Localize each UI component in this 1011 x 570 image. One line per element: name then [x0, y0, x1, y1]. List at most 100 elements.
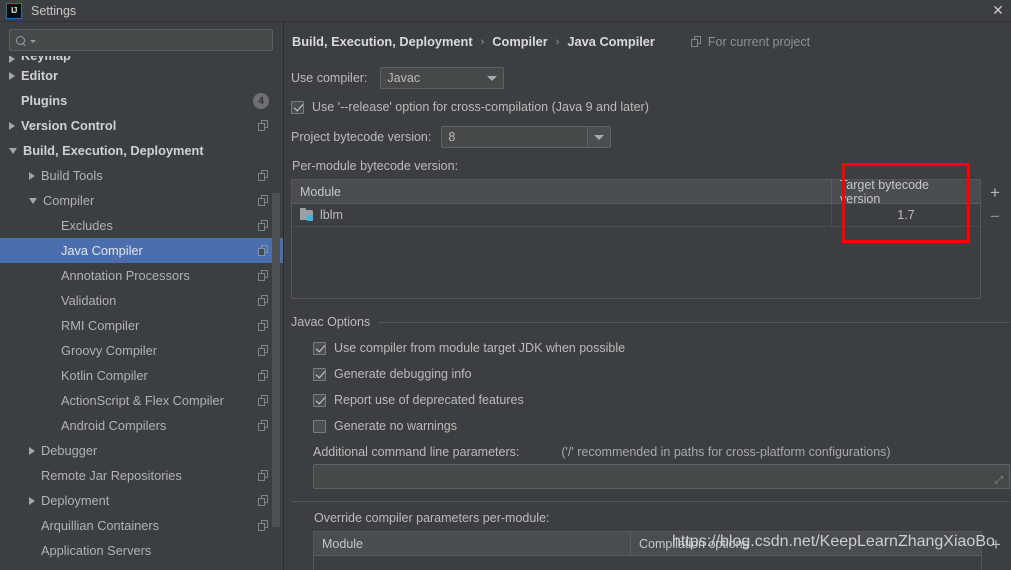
checkbox-row-module-jdk[interactable]: Use compiler from module target JDK when…: [313, 341, 1009, 355]
copy-icon[interactable]: [258, 470, 269, 481]
sidebar-item-plugins[interactable]: Plugins 4: [0, 88, 283, 113]
copy-icon[interactable]: [258, 395, 269, 406]
sidebar-item-annotation-processors[interactable]: Annotation Processors: [0, 263, 283, 288]
checkbox-row-debug-info[interactable]: Generate debugging info: [313, 367, 1009, 381]
sidebar-item-android-compilers[interactable]: Android Compilers: [0, 413, 283, 438]
column-header-target[interactable]: Target bytecode version: [832, 180, 980, 206]
checkbox-row-deprecated[interactable]: Report use of deprecated features: [313, 393, 1009, 407]
section-divider: [291, 501, 1009, 502]
table-empty-area: [292, 227, 980, 298]
override-column-header-options[interactable]: Compilation options: [631, 532, 981, 555]
generate-debugging-info-label: Generate debugging info: [334, 367, 472, 381]
sidebar-item-editor[interactable]: Editor: [0, 63, 283, 88]
sidebar-item-application-servers[interactable]: Application Servers: [0, 538, 283, 563]
copy-icon[interactable]: [258, 120, 269, 131]
generate-no-warnings-checkbox[interactable]: [313, 419, 326, 433]
use-compiler-dropdown[interactable]: Javac: [380, 67, 505, 89]
override-table-wrap: Module Compilation options +: [313, 531, 1010, 570]
chevron-right-icon[interactable]: [29, 446, 35, 455]
table-row[interactable]: lblm 1.7: [292, 204, 980, 227]
sidebar-scrollbar[interactable]: [272, 193, 280, 527]
release-option-checkbox[interactable]: [291, 100, 304, 114]
sidebar-item-debugger[interactable]: Debugger: [0, 438, 283, 463]
project-bytecode-label: Project bytecode version:: [291, 130, 432, 144]
additional-params-input[interactable]: ⤢: [313, 464, 1010, 489]
copy-icon[interactable]: [258, 520, 269, 531]
breadcrumb-separator: ›: [555, 35, 560, 48]
window-title: Settings: [31, 3, 77, 18]
sidebar-item-label: Plugins: [21, 93, 68, 108]
breadcrumb-part-2[interactable]: Compiler: [492, 34, 547, 49]
copy-icon[interactable]: [258, 420, 269, 431]
copy-icon[interactable]: [258, 345, 269, 356]
override-table: Module Compilation options: [313, 531, 982, 570]
override-side-buttons: +: [982, 531, 1010, 570]
breadcrumb: Build, Execution, Deployment › Compiler …: [291, 34, 1011, 49]
sidebar-item-keymap[interactable]: Keymap: [0, 56, 283, 63]
copy-icon[interactable]: [258, 170, 269, 181]
additional-params-row: Additional command line parameters: ('/'…: [291, 445, 1009, 459]
sidebar-item-label: ActionScript & Flex Compiler: [61, 393, 224, 408]
report-deprecated-checkbox[interactable]: [313, 393, 326, 407]
sidebar-item-validation[interactable]: Validation: [0, 288, 283, 313]
release-option-label: Use '--release' option for cross-compila…: [312, 100, 649, 114]
generate-no-warnings-label: Generate no warnings: [334, 419, 457, 433]
breadcrumb-part-1[interactable]: Build, Execution, Deployment: [292, 34, 473, 49]
generate-debugging-info-checkbox[interactable]: [313, 367, 326, 381]
project-bytecode-dropdown[interactable]: 8: [441, 126, 612, 148]
chevron-right-icon[interactable]: [29, 496, 35, 505]
checkbox-row-no-warnings[interactable]: Generate no warnings: [313, 419, 1009, 433]
cell-target-bytecode[interactable]: 1.7: [832, 204, 980, 226]
sidebar-item-groovy-compiler[interactable]: Groovy Compiler: [0, 338, 283, 363]
sidebar-item-version-control[interactable]: Version Control: [0, 113, 283, 138]
title-bar: IJ Settings ✕: [0, 0, 1011, 22]
sidebar-item-arquillian-containers[interactable]: Arquillian Containers: [0, 513, 283, 538]
settings-sidebar: Keymap Editor Plugins 4 Version Control Build…: [0, 22, 284, 570]
column-header-module[interactable]: Module: [292, 180, 832, 203]
chevron-down-icon[interactable]: [9, 147, 17, 154]
additional-params-field-wrap: ⤢: [291, 464, 1010, 489]
copy-icon[interactable]: [258, 320, 269, 331]
copy-icon[interactable]: [258, 495, 269, 506]
copy-icon[interactable]: [258, 295, 269, 306]
sidebar-item-java-compiler[interactable]: Java Compiler: [0, 238, 283, 263]
override-label: Override compiler parameters per-module:: [314, 511, 550, 525]
override-column-header-module[interactable]: Module: [314, 532, 631, 555]
sidebar-item-rmi-compiler[interactable]: RMI Compiler: [0, 313, 283, 338]
sidebar-item-remote-jar-repositories[interactable]: Remote Jar Repositories: [0, 463, 283, 488]
chevron-down-icon[interactable]: [29, 197, 37, 204]
sidebar-item-label: Kotlin Compiler: [61, 368, 148, 383]
close-icon[interactable]: ✕: [989, 1, 1007, 19]
remove-module-button[interactable]: −: [982, 204, 1008, 228]
copy-icon[interactable]: [258, 195, 269, 206]
sidebar-item-kotlin-compiler[interactable]: Kotlin Compiler: [0, 363, 283, 388]
copy-icon[interactable]: [258, 270, 269, 281]
sidebar-item-compiler[interactable]: Compiler: [0, 188, 283, 213]
add-module-button[interactable]: +: [982, 180, 1008, 204]
search-input[interactable]: [36, 33, 266, 47]
chevron-right-icon[interactable]: [29, 171, 35, 180]
sidebar-item-actionscript-flex-compiler[interactable]: ActionScript & Flex Compiler: [0, 388, 283, 413]
cell-module-label: lblm: [320, 208, 343, 222]
expand-icon[interactable]: ⤢: [995, 476, 1004, 486]
chevron-right-icon[interactable]: [9, 121, 15, 130]
override-add-button[interactable]: +: [983, 532, 1009, 556]
settings-tree: Keymap Editor Plugins 4 Version Control Build…: [0, 56, 283, 563]
search-icon: [16, 35, 27, 46]
project-bytecode-row: Project bytecode version: 8: [291, 126, 1011, 148]
copy-icon[interactable]: [258, 220, 269, 231]
per-module-label: Per-module bytecode version:: [292, 159, 459, 173]
sidebar-item-build-tools[interactable]: Build Tools: [0, 163, 283, 188]
sidebar-item-label: Excludes: [61, 218, 113, 233]
chevron-right-icon[interactable]: [9, 56, 15, 63]
copy-icon[interactable]: [258, 245, 269, 256]
copy-icon[interactable]: [258, 370, 269, 381]
search-box[interactable]: [9, 29, 273, 51]
chevron-right-icon[interactable]: [9, 71, 15, 80]
sidebar-item-label: Application Servers: [41, 543, 152, 558]
sidebar-item-build-execution-deployment[interactable]: Build, Execution, Deployment: [0, 138, 283, 163]
sidebar-item-deployment[interactable]: Deployment: [0, 488, 283, 513]
sidebar-item-excludes[interactable]: Excludes: [0, 213, 283, 238]
release-option-row[interactable]: Use '--release' option for cross-compila…: [291, 100, 1011, 114]
use-module-jdk-checkbox[interactable]: [313, 341, 326, 355]
